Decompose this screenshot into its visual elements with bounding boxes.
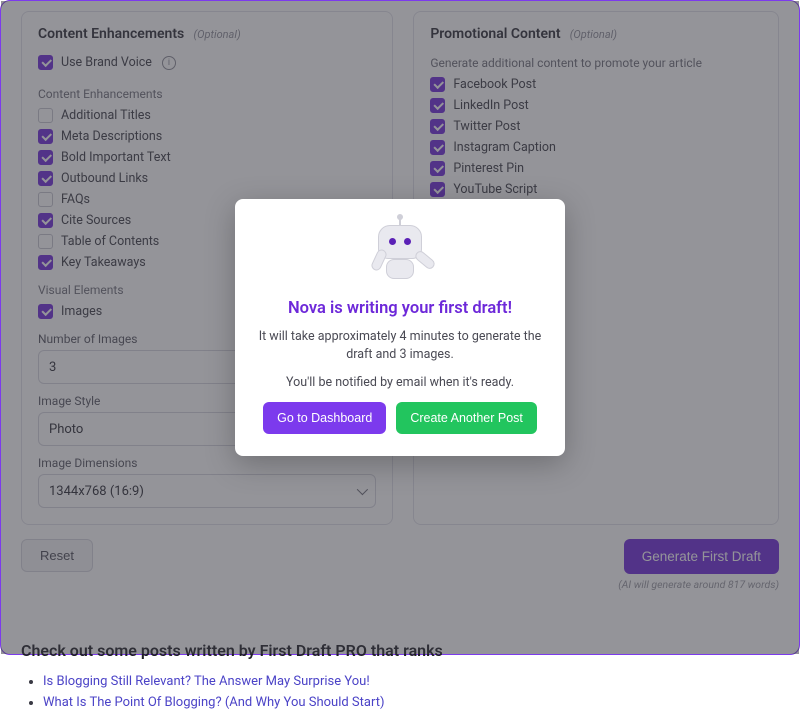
create-another-post-button[interactable]: Create Another Post (396, 402, 537, 434)
modal-line2: You'll be notified by email when it's re… (257, 374, 543, 392)
modal-title: Nova is writing your first draft! (257, 299, 543, 318)
modal-overlay: Nova is writing your first draft! It wil… (1, 1, 799, 654)
go-to-dashboard-button[interactable]: Go to Dashboard (263, 402, 386, 434)
ranks-link[interactable]: What Is The Point Of Blogging? (And Why … (43, 695, 384, 710)
ranks-link[interactable]: Is Blogging Still Relevant? The Answer M… (43, 674, 370, 689)
list-item: Is Blogging Still Relevant? The Answer M… (43, 674, 779, 689)
modal-line1: It will take approximately 4 minutes to … (257, 328, 543, 364)
list-item: What Is The Point Of Blogging? (And Why … (43, 695, 779, 710)
writing-draft-modal: Nova is writing your first draft! It wil… (235, 199, 565, 456)
robot-icon (372, 219, 428, 287)
